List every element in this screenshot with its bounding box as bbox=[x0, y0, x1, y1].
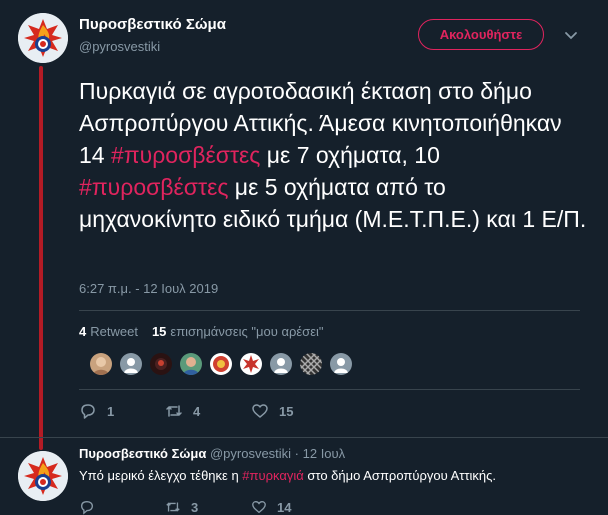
reply-like-count: 14 bbox=[277, 499, 292, 515]
retweet-label: Retweet bbox=[90, 324, 138, 339]
retweet-count: 4 bbox=[79, 324, 87, 339]
like-stat[interactable]: 15 επισημάνσεις "μου αρέσει" bbox=[152, 324, 324, 339]
tweet-actions: 1 4 15 bbox=[79, 402, 337, 420]
like-count: 15 bbox=[151, 324, 167, 339]
author-avatar[interactable] bbox=[18, 13, 68, 63]
tweet-timestamp[interactable]: 6:27 π.μ. - 12 Ιουλ 2019 bbox=[79, 281, 218, 296]
reply-header: Πυροσβεστικό Σώμα @pyrosvestiki · 12 Ιου… bbox=[79, 446, 345, 461]
thread-line bbox=[39, 66, 43, 450]
hashtag-link[interactable]: #πυροσβέστες bbox=[111, 142, 260, 168]
liker-avatar[interactable] bbox=[180, 353, 202, 375]
hashtag-link[interactable]: #πυρκαγιά bbox=[242, 468, 303, 483]
reply-retweet-count: 3 bbox=[191, 499, 199, 515]
reply-like-button[interactable]: 14 bbox=[251, 499, 337, 515]
reply-tweet-actions: 3 14 bbox=[79, 499, 337, 515]
retweet-action-count: 4 bbox=[193, 403, 201, 419]
reply-text-segment: Υπό μερικό έλεγχο τέθηκε η bbox=[79, 468, 243, 483]
reply-retweet-button[interactable]: 3 bbox=[165, 499, 251, 515]
liker-avatar-default[interactable] bbox=[270, 353, 292, 375]
liker-avatar[interactable] bbox=[210, 353, 232, 375]
reply-icon bbox=[80, 500, 94, 515]
reply-icon bbox=[81, 404, 95, 419]
heart-icon bbox=[252, 404, 268, 418]
retweet-stat[interactable]: 4 Retweet bbox=[79, 324, 138, 339]
divider bbox=[79, 389, 580, 390]
retweet-icon bbox=[166, 502, 180, 512]
tweet-text: Πυρκαγιά σε αγροτοδασική έκταση στο δήμο… bbox=[79, 75, 589, 235]
retweet-icon bbox=[166, 405, 182, 417]
author-handle[interactable]: @pyrosvestiki bbox=[79, 39, 160, 54]
hashtag-link[interactable]: #πυροσβέστες bbox=[79, 174, 228, 200]
reply-meta[interactable]: @pyrosvestiki · 12 Ιουλ bbox=[210, 446, 345, 461]
liker-avatar[interactable] bbox=[90, 353, 112, 375]
reply-text: Υπό μερικό έλεγχο τέθηκε η #πυρκαγιά στο… bbox=[79, 468, 496, 483]
divider bbox=[0, 437, 608, 438]
like-button[interactable]: 15 bbox=[251, 402, 337, 420]
tweet-text-segment: με 7 οχήματα, 10 bbox=[260, 142, 440, 168]
liker-avatar[interactable] bbox=[300, 353, 322, 375]
likers-avatars bbox=[90, 353, 352, 375]
reply-author-name[interactable]: Πυροσβεστικό Σώμα bbox=[79, 446, 206, 461]
retweet-button[interactable]: 4 bbox=[165, 402, 251, 420]
reply-text-segment: στο δήμο Ασπροπύργου Αττικής. bbox=[303, 468, 497, 483]
heart-icon bbox=[252, 500, 266, 514]
reply-author-avatar[interactable] bbox=[18, 451, 68, 501]
liker-avatar-default[interactable] bbox=[330, 353, 352, 375]
more-options-chevron-down-icon[interactable] bbox=[562, 26, 580, 44]
divider bbox=[79, 310, 580, 311]
like-label: επισημάνσεις "μου αρέσει" bbox=[170, 324, 324, 339]
fire-service-logo-icon bbox=[18, 13, 68, 63]
engagement-stats: 4 Retweet 15 επισημάνσεις "μου αρέσει" bbox=[79, 324, 324, 339]
like-action-count: 15 bbox=[279, 403, 294, 419]
reply-reply-button[interactable] bbox=[79, 499, 165, 515]
liker-avatar-default[interactable] bbox=[120, 353, 142, 375]
liker-avatar[interactable] bbox=[150, 353, 172, 375]
reply-count: 1 bbox=[107, 403, 115, 419]
liker-avatar[interactable] bbox=[240, 353, 262, 375]
author-name[interactable]: Πυροσβεστικό Σώμα bbox=[79, 16, 226, 33]
follow-button[interactable]: Ακολουθήστε bbox=[418, 19, 544, 50]
fire-service-logo-icon bbox=[18, 451, 68, 501]
reply-button[interactable]: 1 bbox=[79, 402, 165, 420]
